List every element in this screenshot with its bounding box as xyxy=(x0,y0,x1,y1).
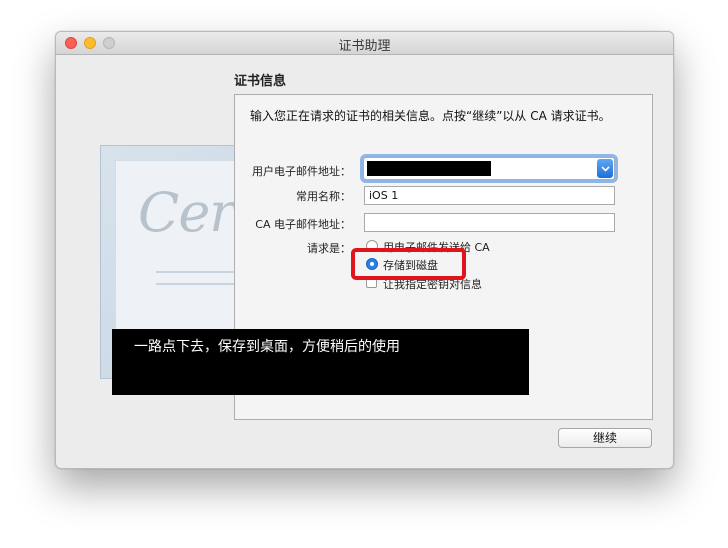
chevron-down-icon[interactable] xyxy=(597,159,613,178)
panel-description: 输入您正在请求的证书的相关信息。点按“继续”以从 CA 请求证书。 xyxy=(250,109,611,123)
radio-email-to-ca[interactable] xyxy=(366,240,378,252)
caption-overlay: 一路点下去，保存到桌面，方便稍后的使用 xyxy=(112,329,529,395)
common-name-field[interactable]: iOS 1 xyxy=(364,186,615,205)
user-email-label: 用户电子邮件地址： xyxy=(252,165,351,178)
email-to-ca-label: 用电子邮件发送给 CA xyxy=(383,241,490,254)
section-heading: 证书信息 xyxy=(234,74,287,89)
window-title: 证书助理 xyxy=(338,39,391,54)
redacted-email-value xyxy=(367,161,491,176)
ca-email-field[interactable] xyxy=(364,213,615,232)
common-name-label: 常用名称： xyxy=(296,190,351,203)
title-bar: 证书助理 xyxy=(56,32,673,55)
specify-key-pair-label: 让我指定密钥对信息 xyxy=(383,278,482,291)
certificate-assistant-window: 证书助理 Certificate 证书信息 输入您正在请求的证书的相关信息。点按… xyxy=(55,31,674,469)
specify-key-pair-checkbox[interactable] xyxy=(366,277,377,288)
request-label: 请求是： xyxy=(307,242,351,255)
ca-email-label: CA 电子邮件地址： xyxy=(255,218,351,231)
save-to-disk-label: 存储到磁盘 xyxy=(383,259,438,272)
radio-save-to-disk[interactable] xyxy=(366,258,378,270)
continue-button[interactable]: 继续 xyxy=(558,428,652,448)
user-email-select[interactable] xyxy=(363,157,615,180)
certificate-line xyxy=(156,283,246,285)
